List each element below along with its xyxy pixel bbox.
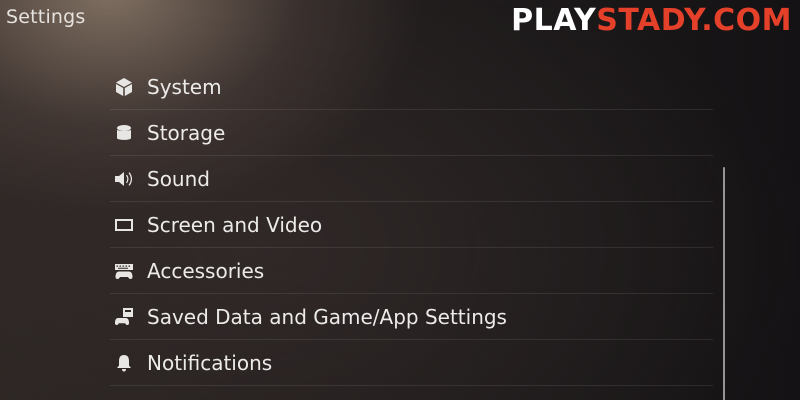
settings-item-saved-data[interactable]: Saved Data and Game/App Settings	[110, 294, 713, 340]
settings-item-sound[interactable]: Sound	[110, 156, 713, 202]
page-title: Settings	[6, 6, 86, 28]
cube-icon	[113, 76, 135, 98]
settings-menu: System Storage Sound Screen and Video Ac…	[110, 64, 713, 400]
settings-item-accessories[interactable]: Accessories	[110, 248, 713, 294]
settings-item-label: Screen and Video	[147, 212, 323, 237]
watermark-part-2: STADY.COM	[596, 3, 792, 38]
gamepad-keyboard-icon	[113, 260, 135, 282]
settings-item-system[interactable]: System	[110, 64, 713, 110]
bell-icon	[113, 352, 135, 374]
settings-item-label: System	[147, 74, 222, 99]
settings-item-notifications[interactable]: Notifications	[110, 340, 713, 386]
saved-data-icon	[113, 306, 135, 328]
storage-icon	[113, 122, 135, 144]
settings-item-label: Accessories	[147, 258, 265, 283]
settings-item-label: Notifications	[147, 350, 273, 375]
settings-item-storage[interactable]: Storage	[110, 110, 713, 156]
settings-item-label: Saved Data and Game/App Settings	[147, 304, 507, 329]
settings-item-label: Sound	[147, 166, 210, 191]
screen-icon	[113, 214, 135, 236]
watermark-part-1: PLAY	[511, 3, 597, 38]
settings-item-next-partial[interactable]	[110, 386, 713, 400]
speaker-icon	[113, 168, 135, 190]
scrollbar[interactable]	[723, 167, 725, 400]
settings-item-label: Storage	[147, 120, 226, 145]
partial-item-icon	[113, 394, 135, 400]
settings-item-screen-and-video[interactable]: Screen and Video	[110, 202, 713, 248]
watermark-logo: PLAYSTADY.COM	[511, 3, 792, 38]
